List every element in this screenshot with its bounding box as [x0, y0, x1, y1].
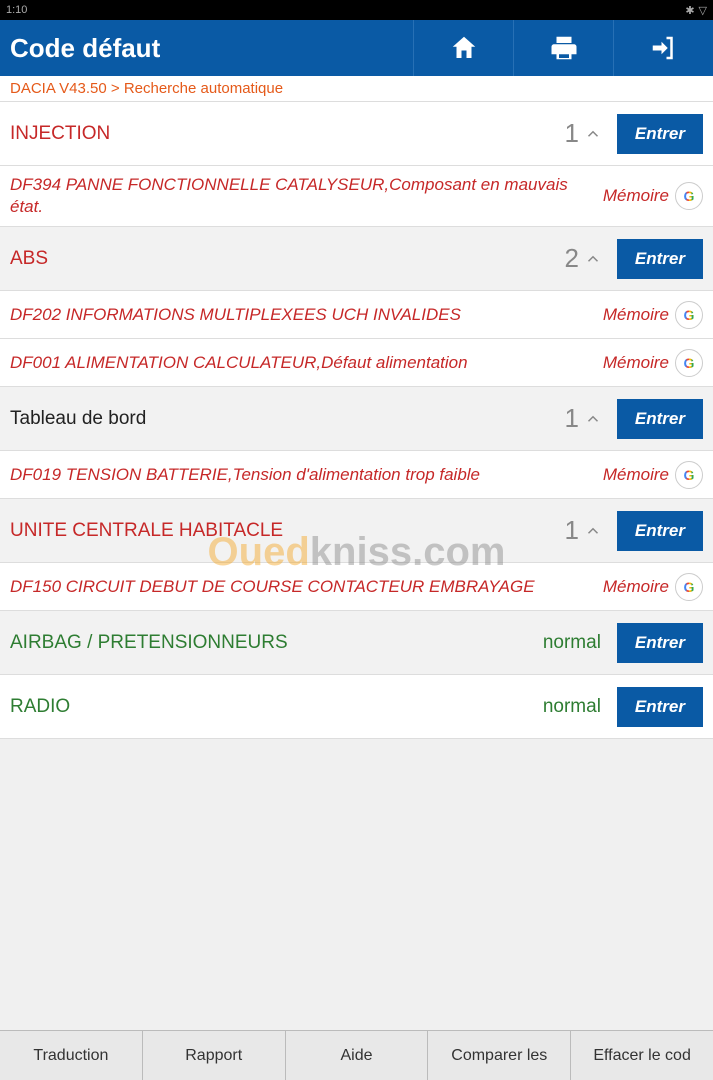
enter-button[interactable]: Entrer	[617, 114, 703, 154]
wifi-icon: ▽	[699, 4, 707, 17]
fault-text: DF394 PANNE FONCTIONNELLE CATALYSEUR,Com…	[10, 174, 603, 218]
fault-status: Mémoire	[603, 577, 669, 597]
breadcrumb: DACIA V43.50 > Recherche automatique	[0, 76, 713, 102]
module-name: ABS	[10, 248, 564, 270]
header: Code défaut	[0, 20, 713, 76]
fault-count: 1	[564, 515, 578, 546]
report-button[interactable]: Rapport	[143, 1031, 286, 1080]
module-row-uch[interactable]: UNITE CENTRALE HABITACLE 1 Entrer	[0, 499, 713, 563]
module-row-airbag[interactable]: AIRBAG / PRETENSIONNEURS normal Entrer	[0, 611, 713, 675]
module-row-radio[interactable]: RADIO normal Entrer	[0, 675, 713, 739]
fault-text: DF202 INFORMATIONS MULTIPLEXEES UCH INVA…	[10, 304, 603, 326]
enter-button[interactable]: Entrer	[617, 239, 703, 279]
module-name: AIRBAG / PRETENSIONNEURS	[10, 632, 543, 654]
page-title: Code défaut	[0, 33, 413, 64]
bluetooth-icon: ✱	[685, 4, 694, 17]
chevron-up-icon	[583, 124, 603, 144]
fault-row[interactable]: DF202 INFORMATIONS MULTIPLEXEES UCH INVA…	[0, 291, 713, 339]
clear-button[interactable]: Effacer le cod	[571, 1031, 713, 1080]
google-search-icon[interactable]: G	[675, 573, 703, 601]
google-search-icon[interactable]: G	[675, 461, 703, 489]
module-status: normal	[543, 696, 601, 718]
bottom-bar: Traduction Rapport Aide Comparer les Eff…	[0, 1030, 713, 1080]
module-row-abs[interactable]: ABS 2 Entrer	[0, 227, 713, 291]
module-name: RADIO	[10, 696, 543, 718]
compare-button[interactable]: Comparer les	[428, 1031, 571, 1080]
enter-button[interactable]: Entrer	[617, 399, 703, 439]
enter-button[interactable]: Entrer	[617, 687, 703, 727]
translate-button[interactable]: Traduction	[0, 1031, 143, 1080]
print-button[interactable]	[513, 20, 613, 76]
google-search-icon[interactable]: G	[675, 301, 703, 329]
fault-status: Mémoire	[603, 465, 669, 485]
fault-count: 2	[564, 243, 578, 274]
home-icon	[449, 33, 479, 63]
enter-button[interactable]: Entrer	[617, 511, 703, 551]
content-area: INJECTION 1 Entrer DF394 PANNE FONCTIONN…	[0, 102, 713, 739]
fault-status: Mémoire	[603, 353, 669, 373]
google-search-icon[interactable]: G	[675, 349, 703, 377]
chevron-up-icon	[583, 521, 603, 541]
fault-row[interactable]: DF019 TENSION BATTERIE,Tension d'aliment…	[0, 451, 713, 499]
exit-button[interactable]	[613, 20, 713, 76]
module-row-injection[interactable]: INJECTION 1 Entrer	[0, 102, 713, 166]
status-time: 1:10	[6, 4, 27, 16]
print-icon	[549, 33, 579, 63]
fault-status: Mémoire	[603, 305, 669, 325]
help-button[interactable]: Aide	[286, 1031, 429, 1080]
module-name: Tableau de bord	[10, 408, 564, 430]
module-name: UNITE CENTRALE HABITACLE	[10, 520, 564, 542]
fault-text: DF001 ALIMENTATION CALCULATEUR,Défaut al…	[10, 352, 603, 374]
fault-count: 1	[564, 118, 578, 149]
module-status: normal	[543, 632, 601, 654]
chevron-up-icon	[583, 409, 603, 429]
fault-count: 1	[564, 403, 578, 434]
fault-text: DF019 TENSION BATTERIE,Tension d'aliment…	[10, 464, 603, 486]
module-name: INJECTION	[10, 123, 564, 145]
enter-button[interactable]: Entrer	[617, 623, 703, 663]
fault-row[interactable]: DF150 CIRCUIT DEBUT DE COURSE CONTACTEUR…	[0, 563, 713, 611]
fault-row[interactable]: DF001 ALIMENTATION CALCULATEUR,Défaut al…	[0, 339, 713, 387]
status-bar: 1:10 ✱ ▽	[0, 0, 713, 20]
module-row-dashboard[interactable]: Tableau de bord 1 Entrer	[0, 387, 713, 451]
chevron-up-icon	[583, 249, 603, 269]
fault-text: DF150 CIRCUIT DEBUT DE COURSE CONTACTEUR…	[10, 576, 603, 598]
home-button[interactable]	[413, 20, 513, 76]
exit-icon	[649, 33, 679, 63]
status-icons: ✱ ▽	[685, 4, 707, 17]
fault-row[interactable]: DF394 PANNE FONCTIONNELLE CATALYSEUR,Com…	[0, 166, 713, 227]
fault-status: Mémoire	[603, 186, 669, 206]
google-search-icon[interactable]: G	[675, 182, 703, 210]
